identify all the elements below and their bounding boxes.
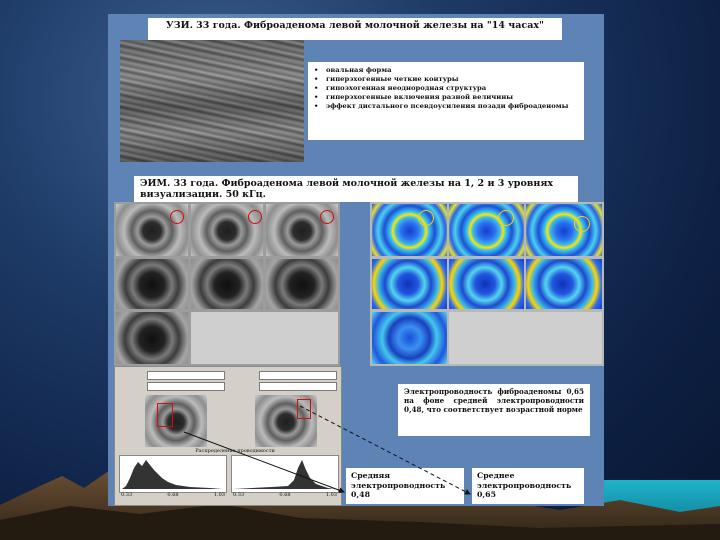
content-panel: УЗИ. 33 года. Фиброаденома левой молочно…	[108, 14, 604, 506]
connector-arrows	[183, 405, 471, 495]
